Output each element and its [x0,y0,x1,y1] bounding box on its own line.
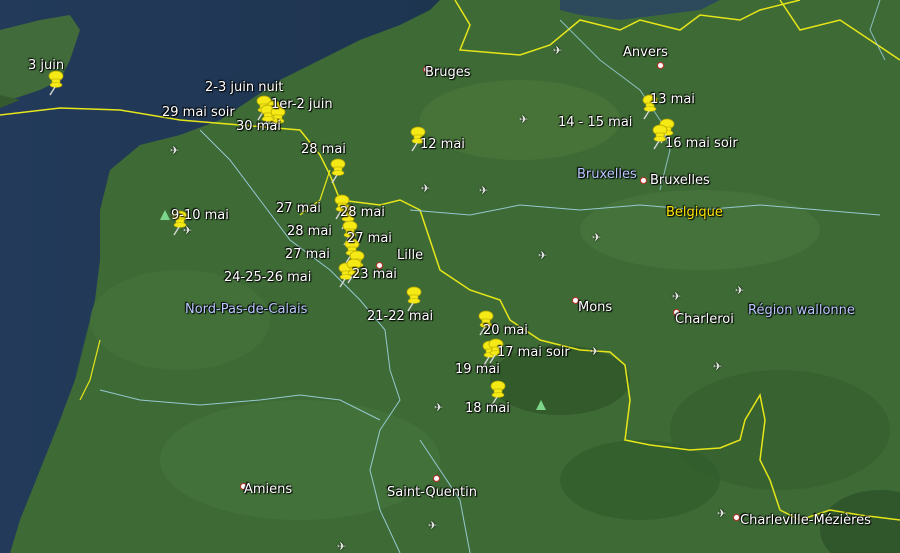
pin-label-19-mai: 19 mai [455,362,500,377]
airport-icon: ✈ [170,144,180,157]
pin-label-27-mai-c: 27 mai [285,247,330,262]
city-label-mons: Mons [578,300,613,315]
city-dot-saint-quentin [433,475,440,482]
pin-label-21-22-mai: 21-22 mai [367,309,434,324]
airport-icon: ✈ [735,284,745,297]
city-label-bruges: Bruges [425,65,471,80]
pin-label-27-mai-a: 27 mai [276,201,321,216]
pin-label-27-mai-b: 27 mai [347,231,392,246]
airport-icon: ✈ [717,507,727,520]
pin-label-12-mai: 12 mai [420,137,465,152]
park-icon [536,400,546,410]
pin-label-20-mai: 20 mai [483,323,528,338]
pushpin-3-juin[interactable] [44,70,66,96]
pin-label-29-mai-soir: 29 mai soir [162,105,235,120]
airport-icon: ✈ [592,231,602,244]
pin-label-16-mai-soir: 16 mai soir [665,136,738,151]
pin-label-28-mai-a: 28 mai [301,142,346,157]
pin-label-18-mai: 18 mai [465,401,510,416]
pin-label-24-25-26-mai: 24-25-26 mai [224,270,312,285]
pin-label-13-mai: 13 mai [650,92,695,107]
map-terrain [0,0,900,553]
airport-icon: ✈ [713,360,723,373]
pushpin-icon [48,70,64,96]
region-label-wallonne: Région wallonne [748,303,855,318]
city-label-anvers: Anvers [623,45,668,60]
airport-icon: ✈ [434,401,444,414]
airport-icon: ✈ [538,249,548,262]
pin-label-28-mai-c: 28 mai [287,224,332,239]
city-label-amiens: Amiens [244,482,293,497]
pin-label-1er-2-juin: 1er-2 juin [271,97,333,112]
pushpin-28-mai-a[interactable] [326,158,348,184]
city-dot-bruxelles [640,177,647,184]
airport-icon: ✈ [428,519,438,532]
city-label-charleville: Charleville-Mézières [740,513,871,528]
pushpin-icon [330,158,346,184]
pin-label-9-10-mai: 9-10 mai [171,208,229,223]
city-label-bruxelles-region: Bruxelles [577,167,637,182]
city-label-bruxelles: Bruxelles [650,173,710,188]
pin-label-28-mai-b: 28 mai [340,205,385,220]
pin-label-30-mai: 30 mai [236,119,281,134]
airport-icon: ✈ [553,44,563,57]
pin-label-17-mai-soir: 17 mai soir [497,345,570,360]
pin-label-2-3-juin-nuit: 2-3 juin nuit [205,80,284,95]
pin-label-23-mai: 23 mai [352,267,397,282]
city-label-lille: Lille [397,248,424,263]
country-label-belgique: Belgique [666,205,723,220]
city-dot-anvers [657,62,664,69]
airport-icon: ✈ [337,540,347,553]
region-label-nord-pas-de-calais: Nord-Pas-de-Calais [185,302,308,317]
city-label-charleroi: Charleroi [675,312,734,327]
satellite-map[interactable]: ✈ ✈ ✈ ✈ ✈ ✈ ✈ ✈ ✈ ✈ ✈ ✈ ✈ ✈ ✈ ✈ Anvers B… [0,0,900,553]
airport-icon: ✈ [672,290,682,303]
airport-icon: ✈ [421,182,431,195]
pin-label-3-juin: 3 juin [28,58,65,73]
pin-label-14-15-mai: 14 - 15 mai [558,115,633,130]
airport-icon: ✈ [590,345,600,358]
city-dot-charleville [733,514,740,521]
airport-icon: ✈ [479,184,489,197]
airport-icon: ✈ [519,113,529,126]
city-label-saint-quentin: Saint-Quentin [387,485,477,500]
